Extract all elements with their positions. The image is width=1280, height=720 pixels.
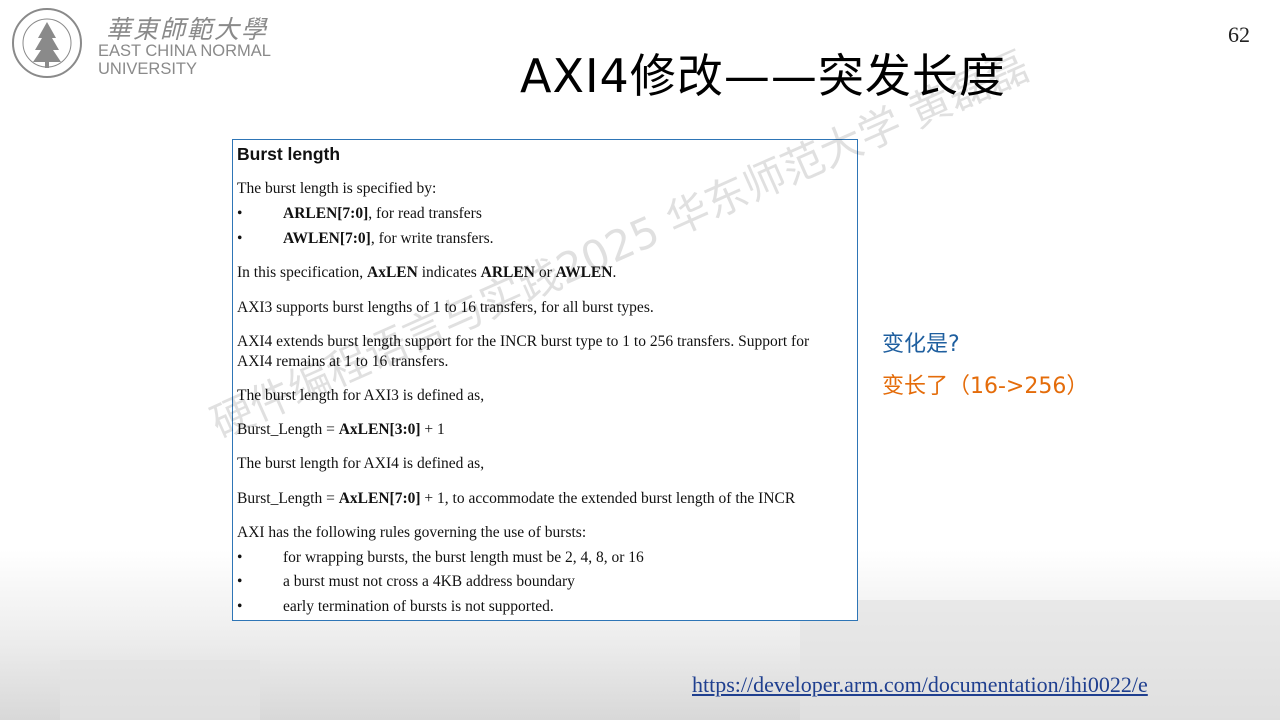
spec-rule-item: a burst must not cross a 4KB address bou… — [283, 573, 575, 590]
logo-english-line: EAST CHINA NORMAL — [98, 42, 271, 60]
page-number: 62 — [1228, 22, 1250, 47]
logo-chinese-name: 華東師範大學 — [106, 15, 269, 44]
spec-paragraph: The burst length is specified by: — [237, 180, 437, 197]
answer-text: 变长了（16->256） — [882, 374, 1089, 399]
building-silhouette — [60, 660, 260, 720]
text-run: In this specification, — [237, 264, 367, 281]
spec-bullet-awlen: AWLEN[7:0], for write transfers. — [283, 230, 494, 248]
spec-formula-axi4: Burst_Length = AxLEN[7:0] + 1, to accomm… — [237, 490, 795, 508]
arlen-term: ARLEN[7:0] — [283, 205, 369, 222]
bullet-marker: • — [237, 598, 243, 615]
spec-bullet-arlen: ARLEN[7:0], for read transfers — [283, 205, 482, 223]
logo-english-name: EAST CHINA NORMAL UNIVERSITY — [98, 42, 271, 78]
text-run: + 1, to accommodate the extended burst l… — [420, 490, 796, 507]
bullet-marker: • — [237, 205, 243, 222]
text-run: Burst_Length = — [237, 490, 339, 507]
awlen-description: , for write transfers. — [370, 230, 494, 247]
arlen-description: , for read transfers — [368, 205, 482, 222]
question-text: 变化是? — [882, 332, 960, 357]
spec-paragraph: AXI has the following rules governing th… — [237, 524, 587, 541]
bullet-marker: • — [237, 230, 243, 247]
university-logo: 華東師範大學 EAST CHINA NORMAL UNIVERSITY — [10, 6, 300, 80]
awlen-term: AWLEN[7:0] — [283, 230, 371, 247]
spec-rule-item: early termination of bursts is not suppo… — [283, 598, 554, 615]
axlen-term: AxLEN[7:0] — [338, 490, 421, 507]
university-seal-icon — [12, 8, 82, 78]
spec-paragraph: The burst length for AXI4 is defined as, — [237, 455, 485, 472]
bullet-marker: • — [237, 573, 243, 590]
spec-heading: Burst length — [237, 144, 341, 164]
bullet-marker: • — [237, 549, 243, 566]
building-silhouette — [800, 600, 1280, 720]
text-run: + 1 — [420, 421, 445, 438]
reference-link[interactable]: https://developer.arm.com/documentation/… — [692, 672, 1148, 698]
axlen-term: AxLEN — [367, 264, 418, 281]
axlen-term: AxLEN[3:0] — [338, 421, 421, 438]
spec-rule-item: for wrapping bursts, the burst length mu… — [283, 549, 644, 566]
logo-english-line: UNIVERSITY — [98, 60, 198, 78]
